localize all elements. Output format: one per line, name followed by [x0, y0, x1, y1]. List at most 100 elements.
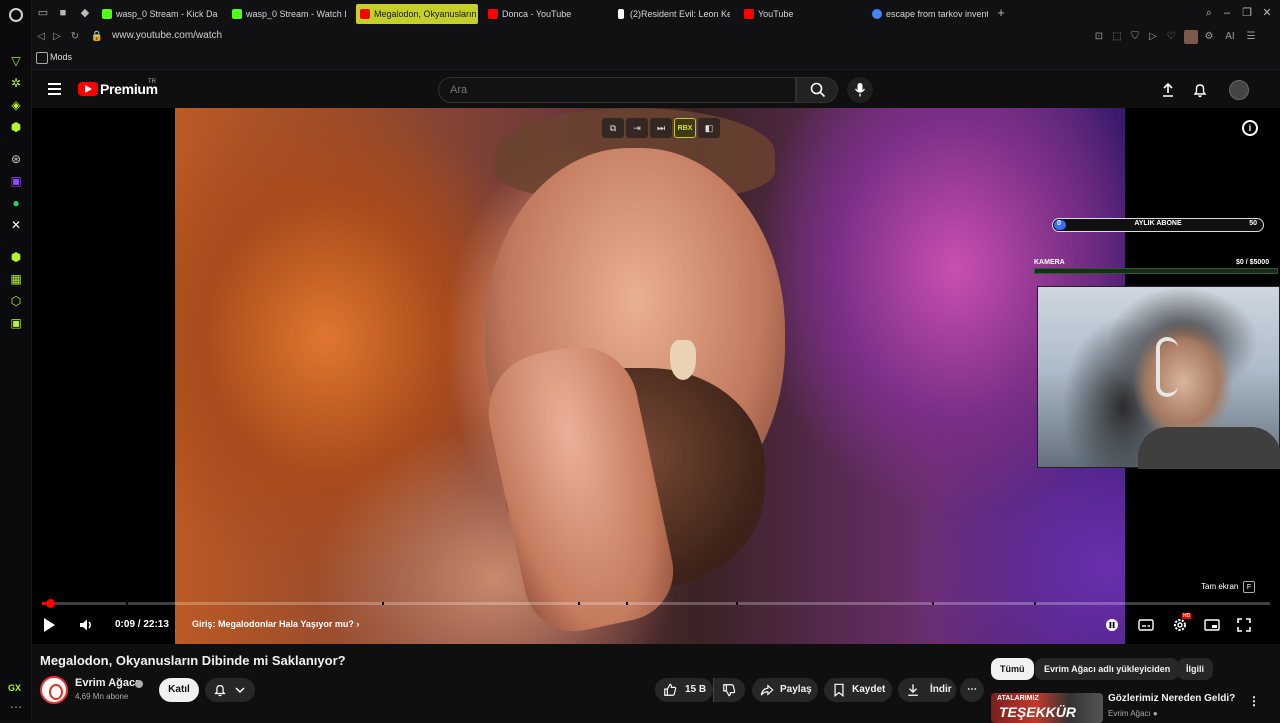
- reload-icon[interactable]: ↻: [68, 30, 82, 44]
- opera-logo-icon[interactable]: [9, 8, 23, 22]
- channel-avatar[interactable]: [40, 676, 68, 704]
- save-button[interactable]: Kaydet: [824, 678, 892, 702]
- screenshot-icon[interactable]: ⬚: [1110, 30, 1124, 44]
- twitch-icon[interactable]: ▣: [9, 174, 23, 188]
- progress-scrubber[interactable]: [46, 599, 56, 608]
- profile-avatar[interactable]: [1184, 30, 1198, 44]
- popout-icon[interactable]: ⧉: [602, 118, 624, 138]
- chatgpt-icon[interactable]: ⊛: [9, 152, 23, 166]
- share-button[interactable]: Paylaş: [752, 678, 818, 702]
- tab-title: YouTube: [758, 9, 794, 19]
- heart-icon[interactable]: ♡: [1164, 30, 1178, 44]
- info-icon[interactable]: i: [1242, 120, 1258, 136]
- search-button[interactable]: [796, 77, 838, 103]
- progress-bar[interactable]: [42, 599, 1270, 608]
- dislike-button[interactable]: [713, 678, 745, 702]
- thumbs-down-icon: [723, 684, 736, 697]
- maximize-icon[interactable]: ❐: [1240, 6, 1254, 20]
- save-label: Kaydet: [852, 684, 886, 695]
- tab-tiktok[interactable]: (2)Resident Evil: Leon Ken: [612, 4, 730, 24]
- split-view-icon[interactable]: ◧: [698, 118, 720, 138]
- x-icon[interactable]: ✕: [9, 218, 23, 232]
- download-button[interactable]: İndir: [898, 678, 956, 702]
- tab-kick-2[interactable]: wasp_0 Stream - Watch L: [228, 4, 346, 24]
- bookmarks-bar: Mods: [32, 46, 1280, 70]
- close-icon[interactable]: ✕: [1260, 6, 1274, 20]
- tab-donca[interactable]: Donca - YouTube: [484, 4, 604, 24]
- menu-icon[interactable]: [48, 83, 61, 95]
- lock-icon: 🔒: [90, 31, 104, 42]
- notifications-bell-icon[interactable]: [1192, 82, 1208, 98]
- chip-from-uploader[interactable]: Evrim Ağacı adlı yükleyiciden: [1035, 658, 1180, 680]
- play-button[interactable]: [44, 618, 55, 632]
- search-input[interactable]: [438, 77, 796, 103]
- aria-ai-button[interactable]: AI: [1220, 30, 1240, 44]
- video-frame[interactable]: [175, 108, 1125, 644]
- whatsapp-icon[interactable]: ●: [9, 196, 23, 210]
- chapter-marker: [1034, 602, 1036, 605]
- recommended-video-thumbnail[interactable]: ATALARIMIZ TEŞEKKÜR: [991, 693, 1103, 723]
- autoplay-toggle-icon[interactable]: [1104, 617, 1120, 633]
- extension-icon[interactable]: ⚙: [1202, 30, 1216, 44]
- join-button[interactable]: Katıl: [159, 678, 199, 702]
- exit-icon[interactable]: ⇥: [626, 118, 648, 138]
- url-field[interactable]: www.youtube.com/watch: [112, 30, 222, 41]
- verified-icon: ●: [1152, 709, 1158, 718]
- shield-icon[interactable]: ◆: [78, 6, 92, 20]
- recommended-video-title[interactable]: Gözlerimiz Nereden Geldi?: [1108, 693, 1235, 704]
- tab-youtube-active[interactable]: Megalodon, Okyanusların: [356, 4, 478, 24]
- video-player[interactable]: ⧉ ⇥ ⏭ RBX ◧ i 0 AYLIK ABONE 50 KAMERA $0…: [32, 108, 1280, 644]
- volume-icon[interactable]: [78, 617, 94, 633]
- chip-related[interactable]: İlgili: [1177, 658, 1213, 680]
- new-tab-button[interactable]: +: [994, 6, 1008, 20]
- pin-icon[interactable]: ■: [56, 6, 70, 20]
- more-actions-button[interactable]: ⋯: [960, 678, 984, 702]
- miniplayer-icon[interactable]: [1204, 617, 1220, 633]
- gx-mods-icon[interactable]: ⬢: [9, 120, 23, 134]
- tab-island-icon[interactable]: ▭: [36, 6, 50, 20]
- chapter-title[interactable]: Giriş: Megalodonlar Hala Yaşıyor mu? ›: [192, 619, 359, 629]
- channel-name[interactable]: Evrim Ağacı: [75, 677, 138, 689]
- tab-kick-1[interactable]: wasp_0 Stream - Kick Das: [98, 4, 218, 24]
- more-options-icon[interactable]: ⋯: [9, 700, 23, 714]
- gx-box-icon[interactable]: ▣: [9, 316, 23, 330]
- back-icon[interactable]: ◁: [34, 30, 48, 44]
- headset: [1156, 337, 1178, 397]
- settings-button[interactable]: HD: [1172, 613, 1192, 633]
- chip-all[interactable]: Tümü: [991, 658, 1034, 680]
- gx-cube-icon[interactable]: ⬡: [9, 294, 23, 308]
- rbx-toggle[interactable]: RBX: [674, 118, 696, 138]
- account-avatar[interactable]: [1229, 80, 1249, 100]
- gx-cleaner-icon[interactable]: ✲: [9, 76, 23, 90]
- vpn-shield-icon[interactable]: ⛉: [1128, 30, 1142, 44]
- youtube-icon: [488, 9, 498, 19]
- skip-next-icon[interactable]: ⏭: [650, 118, 672, 138]
- bookmark-mods[interactable]: Mods: [36, 52, 72, 64]
- chapter-label: Giriş: Megalodonlar Hala Yaşıyor mu?: [192, 619, 354, 629]
- search-tabs-icon[interactable]: ⌕: [1202, 6, 1216, 20]
- ai-label: AI: [1225, 31, 1235, 42]
- player-icon[interactable]: ▷: [1146, 30, 1160, 44]
- subscription-bell-button[interactable]: [205, 678, 255, 702]
- upload-icon[interactable]: [1160, 82, 1176, 98]
- tab-google[interactable]: escape from tarkov invent: [868, 4, 988, 24]
- forward-icon[interactable]: ▷: [50, 30, 64, 44]
- tab-youtube[interactable]: YouTube: [740, 4, 860, 24]
- thumbnail-headline: TEŞEKKÜR: [999, 704, 1077, 720]
- minimize-icon[interactable]: –: [1220, 6, 1234, 20]
- easy-setup-icon[interactable]: ☰: [1244, 30, 1258, 44]
- snapshot-icon[interactable]: ⊡: [1092, 30, 1106, 44]
- gx-grid-icon[interactable]: ▦: [9, 272, 23, 286]
- gx-control-icon[interactable]: ▽: [9, 54, 23, 68]
- like-button[interactable]: 15 B: [655, 678, 713, 702]
- subtitles-icon[interactable]: [1138, 617, 1154, 633]
- fullscreen-icon[interactable]: [1236, 617, 1252, 633]
- voice-search-button[interactable]: [847, 77, 873, 103]
- chapter-marker: [626, 602, 628, 605]
- gx-hex2-icon[interactable]: ⬢: [9, 250, 23, 264]
- youtube-icon: [744, 9, 754, 19]
- youtube-logo-icon[interactable]: [78, 82, 98, 96]
- gx-hex-icon[interactable]: ◈: [9, 98, 23, 112]
- recommended-video-channel[interactable]: Evrim Ağacı ●: [1108, 709, 1158, 718]
- recommendation-menu-icon[interactable]: ⋮: [1248, 694, 1260, 708]
